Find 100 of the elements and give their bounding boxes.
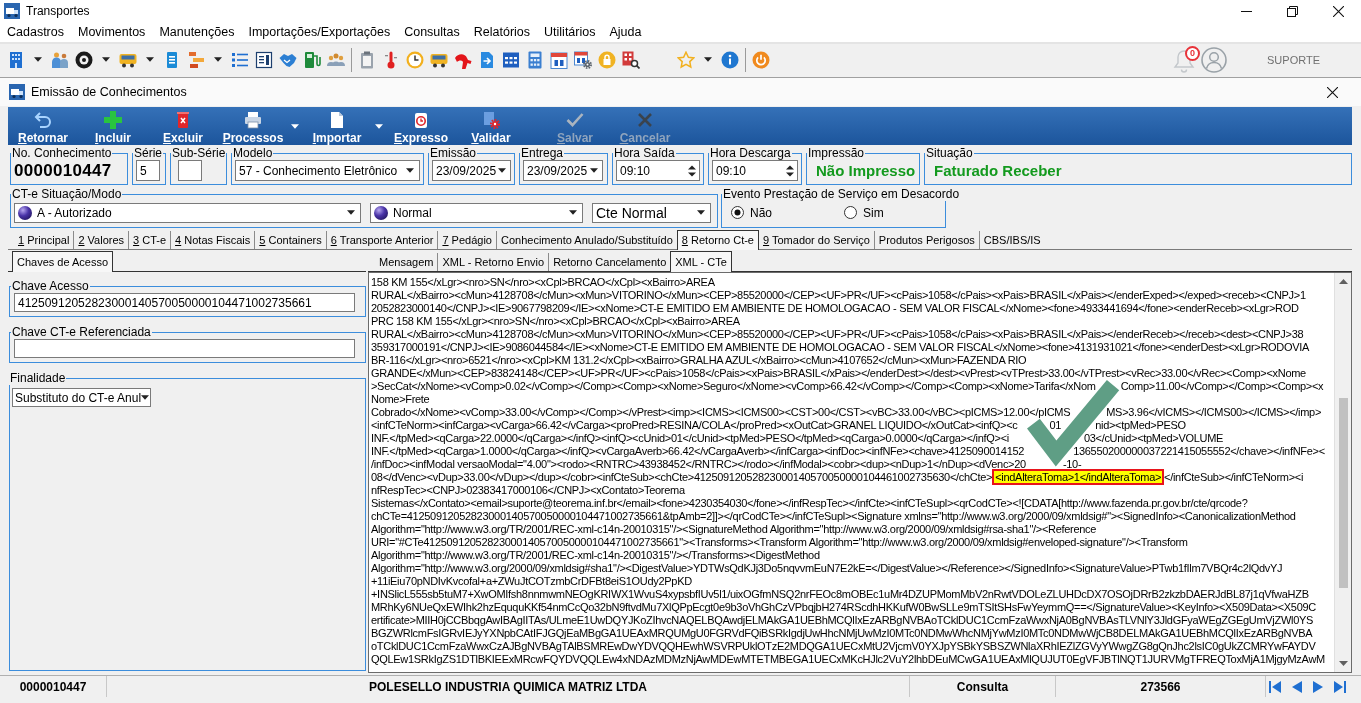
truck-icon [4, 3, 20, 19]
spinner-icon[interactable] [786, 163, 794, 178]
caret-icon[interactable] [102, 57, 110, 62]
form-icon[interactable] [255, 50, 273, 69]
xml-text: </infCteSub></infCTeNorm><i [1164, 471, 1304, 483]
menu-item[interactable]: Movimentos [71, 25, 153, 39]
scroll-up-icon[interactable] [1338, 279, 1348, 284]
tab[interactable]: XML - CTe [670, 251, 732, 272]
gantt-chart-icon[interactable] [187, 50, 205, 69]
scrollbar[interactable] [1334, 273, 1351, 672]
radio-button[interactable]: Sim [838, 205, 942, 220]
calendar-grid-icon[interactable] [502, 50, 520, 69]
input-field[interactable] [14, 339, 355, 358]
toolbar-button[interactable]: Excluir [148, 107, 218, 145]
caret-icon[interactable] [146, 57, 154, 62]
info-icon[interactable] [721, 50, 739, 69]
toolbar-button[interactable]: Incluir [78, 107, 148, 145]
tab[interactable]: CBS/IBS/IS [978, 231, 1045, 249]
close-icon[interactable] [1333, 5, 1344, 17]
status-text: 273566 [1140, 679, 1181, 694]
user-name[interactable]: SUPORTE [1267, 53, 1320, 66]
xml-text: 359317000191</CNPJ><IE>9086044584</IE><xNome>CT-E EMITIDO EM AMBIENTE DE HOMOLOGACAO - SEM VALOR FISCAL</xNome><fone>4131931021</fone><enderDest><xLgr>RODOVIA [371, 341, 1310, 353]
people-icon[interactable] [51, 50, 69, 69]
xml-text: 136550200000037221415055552</chave></infNFe>< [1073, 445, 1325, 457]
tab[interactable]: Mensagem [375, 253, 438, 271]
caret-icon[interactable] [214, 57, 222, 62]
restore-icon[interactable] [1287, 5, 1298, 17]
dropdown[interactable]: 57 - Conhecimento Eletrônico [235, 160, 420, 181]
tab[interactable]: XML - Retorno Envio [437, 253, 549, 271]
caret-icon[interactable] [34, 57, 42, 62]
date-field[interactable]: 23/09/2025 [523, 160, 603, 181]
toolbar-button[interactable]: Retornar [8, 107, 78, 145]
toolbar-button[interactable]: Importar [302, 107, 372, 145]
xml-text: nfRespTec><CNPJ>02383417000106</CNPJ><xContato>Teorema [371, 484, 685, 496]
menu-item[interactable]: Relatórios [466, 25, 538, 39]
dropdown[interactable]: Normal [370, 202, 583, 223]
first-record-icon[interactable] [1269, 680, 1281, 693]
caret-icon[interactable] [375, 123, 383, 129]
tab[interactable]: 3 CT-e [128, 231, 171, 249]
tab[interactable]: 8 Retorno Ct-e [676, 230, 759, 250]
building-icon[interactable] [7, 50, 25, 69]
radio-button[interactable]: Não [725, 205, 829, 220]
scroll-thumb[interactable] [1338, 398, 1348, 588]
menu-item[interactable]: Importações/Exportações [241, 25, 398, 39]
group-label: Hora Descarga [709, 146, 792, 160]
tab[interactable]: Conhecimento Anulado/Substituído [496, 231, 677, 249]
power-icon[interactable] [752, 50, 770, 69]
calculator-icon[interactable] [526, 50, 544, 69]
status-value: Não Impresso [816, 162, 916, 179]
status-text: Consulta [956, 679, 1009, 694]
input-field[interactable]: 41250912052823000140570050000104471002735661 [14, 293, 355, 312]
xml-text: MS>3.96</vICMS></ICMS00></ICMS></imp> [1106, 406, 1322, 418]
menu-item[interactable]: Cadastros [0, 25, 71, 39]
tab[interactable]: 5 Containers [254, 231, 326, 249]
last-record-icon[interactable] [1334, 680, 1346, 693]
tab[interactable]: 6 Transporte Anterior [325, 231, 438, 249]
clock-icon[interactable] [406, 50, 424, 69]
time-field[interactable]: 09:10 [616, 160, 700, 181]
close-icon[interactable] [1327, 86, 1338, 98]
dropdown[interactable]: A - Autorizado [14, 202, 361, 223]
tab[interactable]: 1 Principal [14, 231, 74, 249]
previous-icon[interactable] [1292, 680, 1302, 693]
next-icon[interactable] [1313, 680, 1323, 693]
toolbar-button[interactable]: Processos [218, 107, 288, 145]
time-field[interactable]: 09:10 [712, 160, 798, 181]
tab[interactable]: 2 Valores [73, 231, 129, 249]
menu-item[interactable]: Ajuda [602, 25, 649, 39]
tab[interactable]: Chaves de Acesso [12, 251, 114, 272]
toolbar-button[interactable]: Expresso [386, 107, 456, 145]
calendar-gear-icon[interactable] [574, 50, 592, 69]
toolbar-button[interactable]: Validar [456, 107, 526, 145]
gas-pump-icon[interactable] [303, 50, 321, 69]
star-icon[interactable] [677, 50, 695, 69]
input-field[interactable]: 5 [136, 160, 160, 181]
calendar-icon[interactable] [550, 50, 568, 69]
dropdown[interactable]: Cte Normal [592, 202, 711, 223]
tire-icon[interactable] [75, 50, 93, 69]
tab[interactable]: 7 Pedágio [437, 231, 496, 249]
input-field[interactable] [178, 160, 202, 181]
menu-item[interactable]: Manutenções [152, 25, 242, 39]
menu-item[interactable]: Consultas [397, 25, 467, 39]
xml-text-area[interactable] [368, 272, 1352, 673]
tab[interactable]: 4 Notas Fiscais [170, 231, 255, 249]
spinner-icon[interactable] [688, 163, 696, 178]
date-field[interactable]: 23/09/2025 [432, 160, 511, 181]
scroll-down-icon[interactable] [1338, 661, 1348, 666]
dropdown[interactable]: Substituto do CT-e Anul [12, 388, 151, 407]
bell-icon[interactable] [1173, 48, 1195, 73]
clipboard-icon[interactable] [358, 50, 376, 69]
menu-item[interactable]: Utilitários [537, 25, 603, 39]
xml-text: /infDoc><infModal versaoModal="4.00"><rodo><RNTRC>43938452</RNTRC></rodo></infModal><cobr><dup><nDup>1</nDup><dVenc>20 [371, 458, 1026, 470]
thermometer-icon[interactable] [382, 50, 400, 69]
xml-text: 03</cUnid><tpMed>VOLUME [1083, 432, 1224, 444]
building-search-icon[interactable] [622, 50, 640, 69]
caret-icon[interactable] [704, 57, 712, 62]
tab[interactable]: 9 Tomador do Serviço [759, 231, 874, 249]
list-icon[interactable] [231, 50, 249, 69]
file-arrow-icon[interactable] [478, 50, 496, 69]
tab[interactable]: Produtos Perigosos [873, 231, 979, 249]
caret-icon[interactable] [291, 123, 299, 129]
